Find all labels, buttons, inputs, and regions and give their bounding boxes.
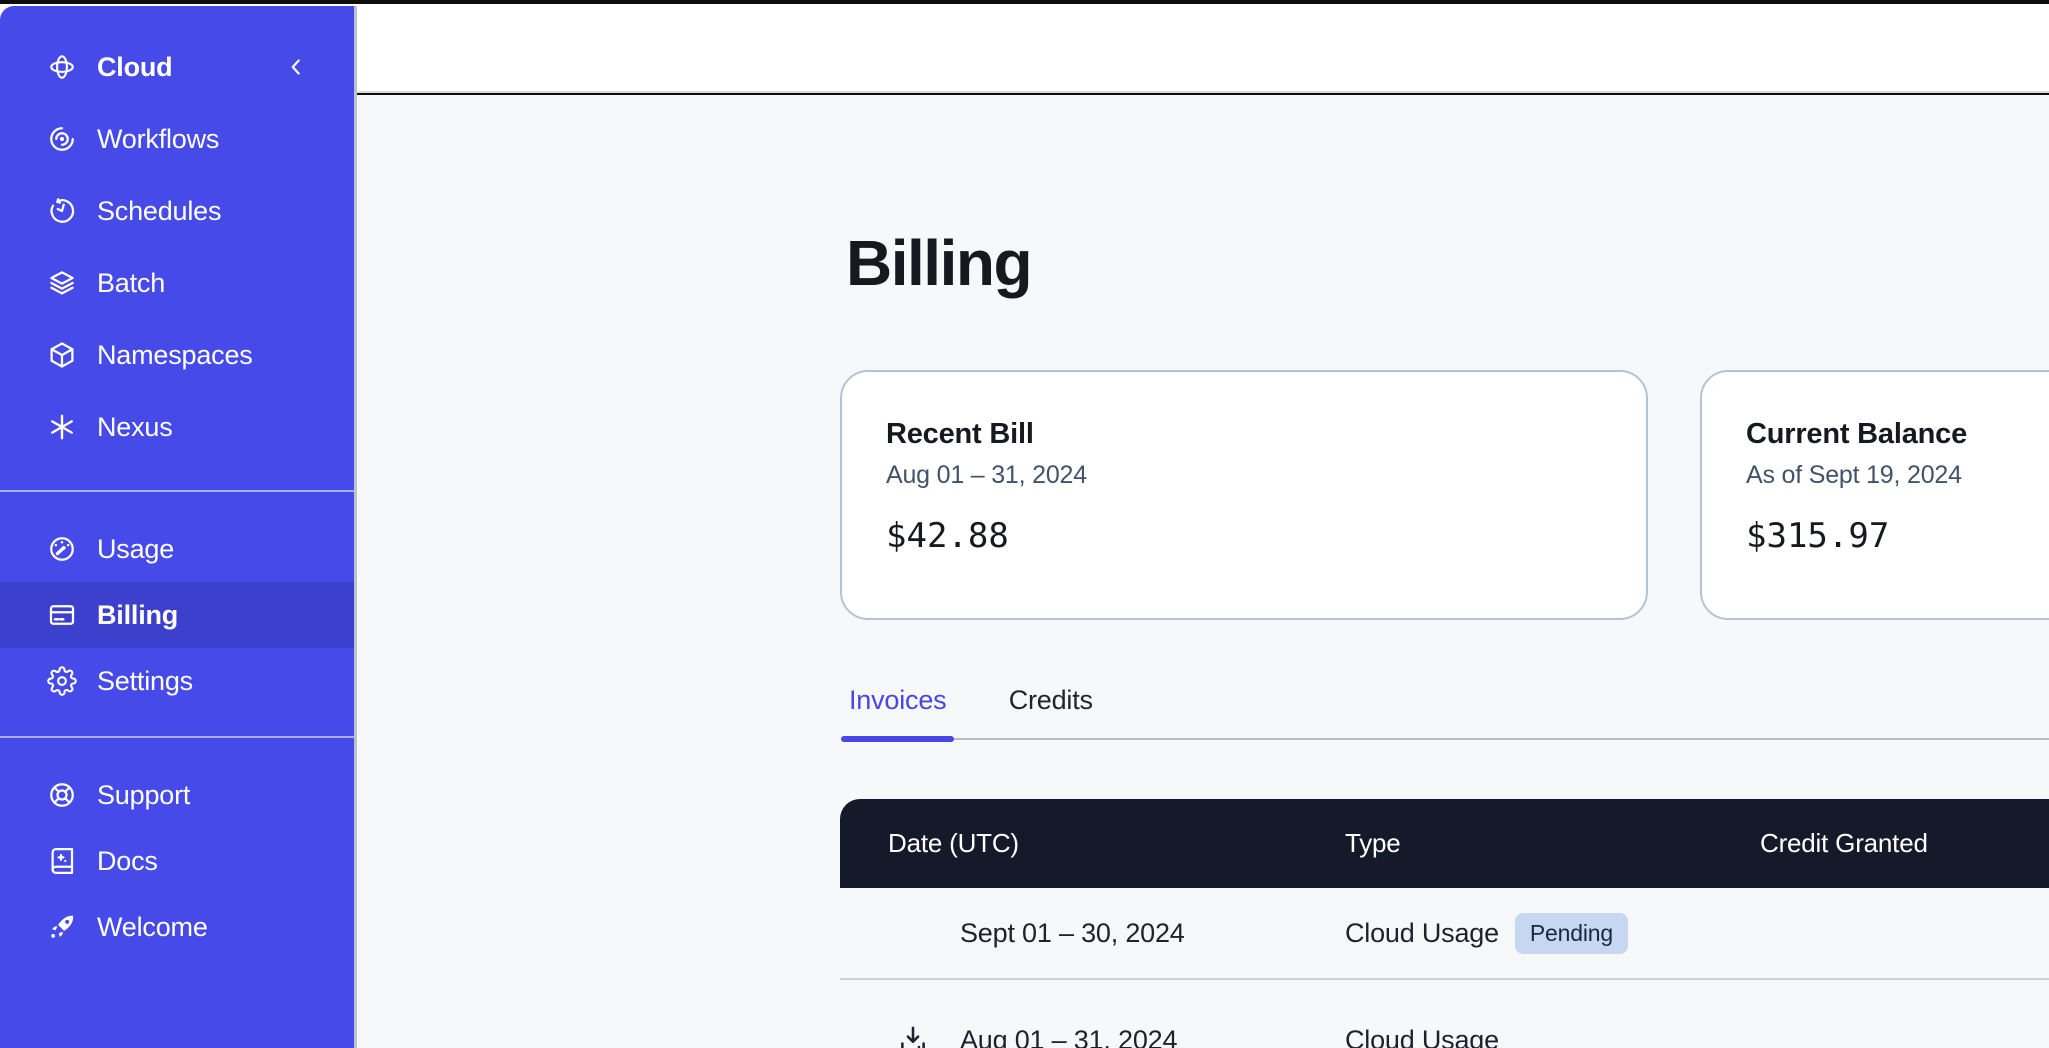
sidebar-item-docs[interactable]: Docs bbox=[0, 828, 354, 894]
column-header-credit-granted: Credit Granted bbox=[1760, 828, 2049, 859]
settings-icon bbox=[47, 666, 77, 696]
card-amount: $42.88 bbox=[886, 516, 1602, 556]
sidebar-item-label: Schedules bbox=[97, 196, 221, 227]
row-type: Cloud Usage Pending bbox=[1345, 913, 1760, 954]
docs-icon bbox=[47, 846, 77, 876]
table-row: Aug 01 – 31, 2024 Cloud Usage bbox=[840, 980, 2049, 1048]
row-date: Sept 01 – 30, 2024 bbox=[840, 918, 1345, 949]
column-header-date: Date (UTC) bbox=[840, 828, 1345, 859]
chevron-left-icon[interactable] bbox=[282, 53, 310, 81]
invoices-table: Date (UTC) Type Credit Granted Sept 01 –… bbox=[840, 799, 2049, 1048]
recent-bill-card: Recent Bill Aug 01 – 31, 2024 $42.88 bbox=[840, 370, 1648, 620]
nexus-icon bbox=[47, 412, 77, 442]
sidebar-item-label: Workflows bbox=[97, 124, 219, 155]
status-badge: Pending bbox=[1515, 913, 1628, 954]
sidebar-item-label: Nexus bbox=[97, 412, 173, 443]
page-title: Billing bbox=[846, 226, 1031, 300]
card-amount: $315.97 bbox=[1746, 516, 2049, 556]
usage-icon bbox=[47, 534, 77, 564]
tab-label: Credits bbox=[1009, 685, 1093, 715]
billing-icon bbox=[47, 600, 77, 630]
card-title: Current Balance bbox=[1746, 418, 2049, 451]
row-type-label: Cloud Usage bbox=[1345, 918, 1499, 949]
sidebar-item-workflows[interactable]: Workflows bbox=[0, 103, 354, 175]
sidebar-group-help: Support Docs bbox=[0, 738, 354, 960]
sidebar-item-cloud[interactable]: Cloud bbox=[0, 31, 354, 103]
sidebar-item-label: Usage bbox=[97, 534, 174, 565]
sidebar: Cloud Workflows bbox=[0, 6, 357, 1048]
sidebar-item-label: Cloud bbox=[97, 52, 172, 83]
summary-cards: Recent Bill Aug 01 – 31, 2024 $42.88 Cur… bbox=[840, 370, 2049, 620]
active-tab-underline bbox=[841, 736, 954, 742]
sidebar-item-billing[interactable]: Billing bbox=[0, 582, 354, 648]
sidebar-item-label: Settings bbox=[97, 666, 193, 697]
table-header: Date (UTC) Type Credit Granted bbox=[840, 799, 2049, 888]
card-title: Recent Bill bbox=[886, 418, 1602, 451]
support-icon bbox=[47, 780, 77, 810]
sidebar-item-label: Namespaces bbox=[97, 340, 253, 371]
row-type-label: Cloud Usage bbox=[1345, 1025, 1499, 1048]
tab-credits[interactable]: Credits bbox=[1001, 678, 1101, 740]
temporal-logo-icon bbox=[47, 52, 77, 82]
welcome-icon bbox=[47, 912, 77, 942]
tabs: Invoices Credits bbox=[841, 678, 2049, 740]
column-header-type: Type bbox=[1345, 828, 1760, 859]
schedules-icon bbox=[47, 196, 77, 226]
sidebar-item-usage[interactable]: Usage bbox=[0, 516, 354, 582]
sidebar-item-welcome[interactable]: Welcome bbox=[0, 894, 354, 960]
sidebar-group-product: Cloud Workflows bbox=[0, 6, 354, 463]
sidebar-item-support[interactable]: Support bbox=[0, 762, 354, 828]
table-row: Sept 01 – 30, 2024 Cloud Usage Pending bbox=[840, 888, 2049, 980]
sidebar-item-label: Support bbox=[97, 780, 190, 811]
card-subtitle: As of Sept 19, 2024 bbox=[1746, 461, 2049, 490]
workflows-icon bbox=[47, 124, 77, 154]
row-type: Cloud Usage bbox=[1345, 1025, 1760, 1048]
sidebar-item-namespaces[interactable]: Namespaces bbox=[0, 319, 354, 391]
namespaces-icon bbox=[47, 340, 77, 370]
sidebar-group-account: Usage Billing bbox=[0, 492, 354, 714]
sidebar-item-nexus[interactable]: Nexus bbox=[0, 391, 354, 463]
sidebar-item-label: Batch bbox=[97, 268, 165, 299]
sidebar-item-batch[interactable]: Batch bbox=[0, 247, 354, 319]
sidebar-item-settings[interactable]: Settings bbox=[0, 648, 354, 714]
download-icon[interactable] bbox=[896, 1023, 930, 1048]
sidebar-item-schedules[interactable]: Schedules bbox=[0, 175, 354, 247]
window-frame: Cloud Workflows bbox=[0, 0, 2049, 1048]
sidebar-item-label: Welcome bbox=[97, 912, 208, 943]
current-balance-card: Current Balance As of Sept 19, 2024 $315… bbox=[1700, 370, 2049, 620]
sidebar-item-label: Billing bbox=[97, 600, 178, 631]
tab-label: Invoices bbox=[849, 685, 946, 715]
card-subtitle: Aug 01 – 31, 2024 bbox=[886, 461, 1602, 490]
tab-invoices[interactable]: Invoices bbox=[841, 678, 954, 740]
sidebar-item-label: Docs bbox=[97, 846, 158, 877]
batch-icon bbox=[47, 268, 77, 298]
